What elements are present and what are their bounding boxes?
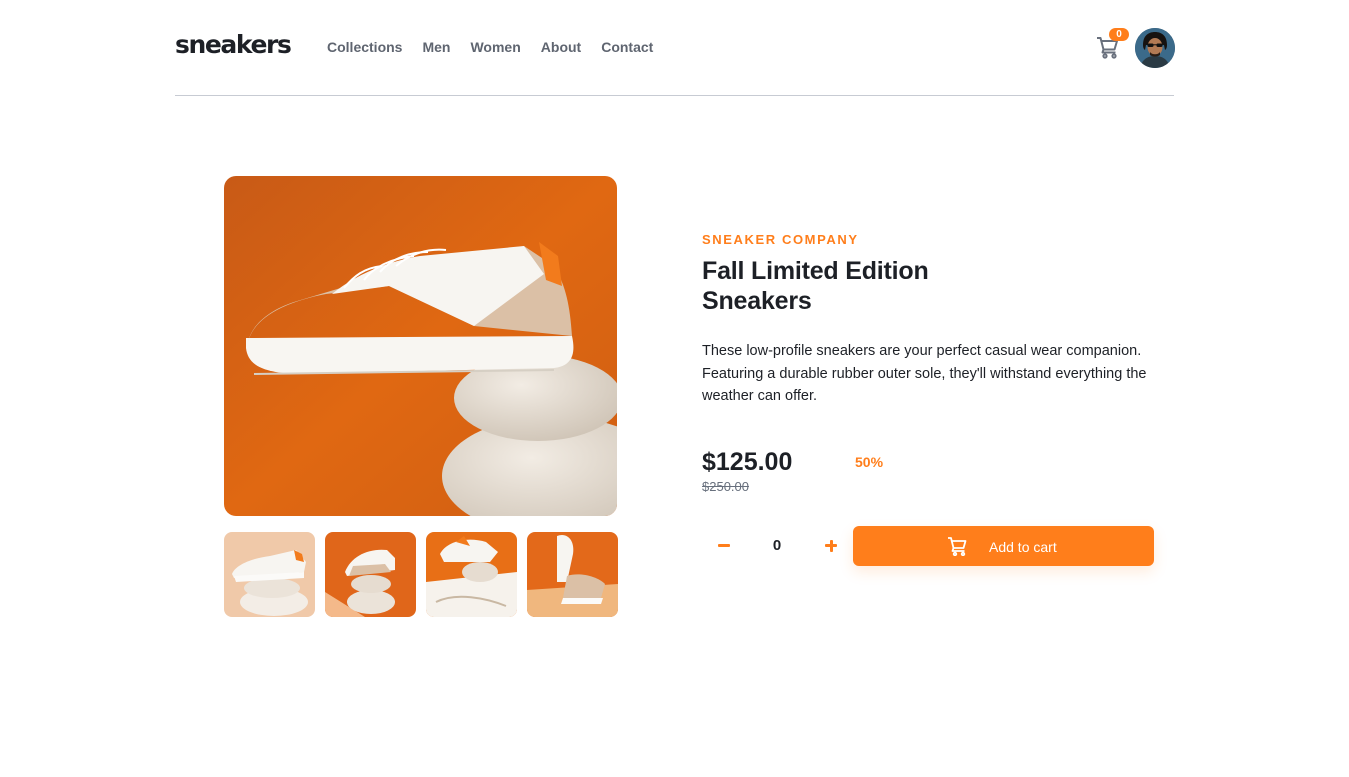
thumbnail-3[interactable] (426, 532, 517, 617)
main-nav: Collections Men Women About Contact (327, 38, 653, 56)
add-to-cart-button[interactable]: Add to cart (853, 526, 1154, 566)
company-name: SNEAKER COMPANY (702, 232, 859, 247)
decrease-quantity-button[interactable] (712, 538, 736, 554)
nav-collections[interactable]: Collections (327, 38, 402, 56)
product-main-image[interactable] (224, 176, 617, 516)
cart-count-badge: 0 (1109, 28, 1129, 41)
nav-about[interactable]: About (541, 38, 581, 56)
user-avatar[interactable] (1135, 28, 1175, 68)
logo[interactable]: sneakers (175, 29, 292, 61)
nav-women[interactable]: Women (470, 38, 520, 56)
nav-contact[interactable]: Contact (601, 38, 653, 56)
thumbnail-4[interactable] (527, 532, 618, 617)
discount-badge: 50% (855, 454, 884, 470)
thumbnail-1[interactable] (224, 532, 315, 617)
site-header: sneakers Collections Men Women About Con… (175, 0, 1175, 96)
quantity-stepper: 0 (702, 526, 845, 566)
nav-men[interactable]: Men (422, 38, 450, 56)
thumbnail-gallery (224, 532, 618, 617)
product-title: Fall Limited Edition Sneakers (702, 257, 929, 315)
product-description: These low-profile sneakers are your perf… (702, 343, 1147, 404)
thumbnail-2[interactable] (325, 532, 416, 617)
add-to-cart-label: Add to cart (989, 539, 1057, 555)
quantity-value: 0 (772, 537, 782, 554)
increase-quantity-button[interactable] (819, 538, 843, 554)
current-price: $125.00 (702, 448, 793, 476)
cart-icon (948, 537, 967, 556)
original-price: $250.00 (702, 479, 749, 494)
